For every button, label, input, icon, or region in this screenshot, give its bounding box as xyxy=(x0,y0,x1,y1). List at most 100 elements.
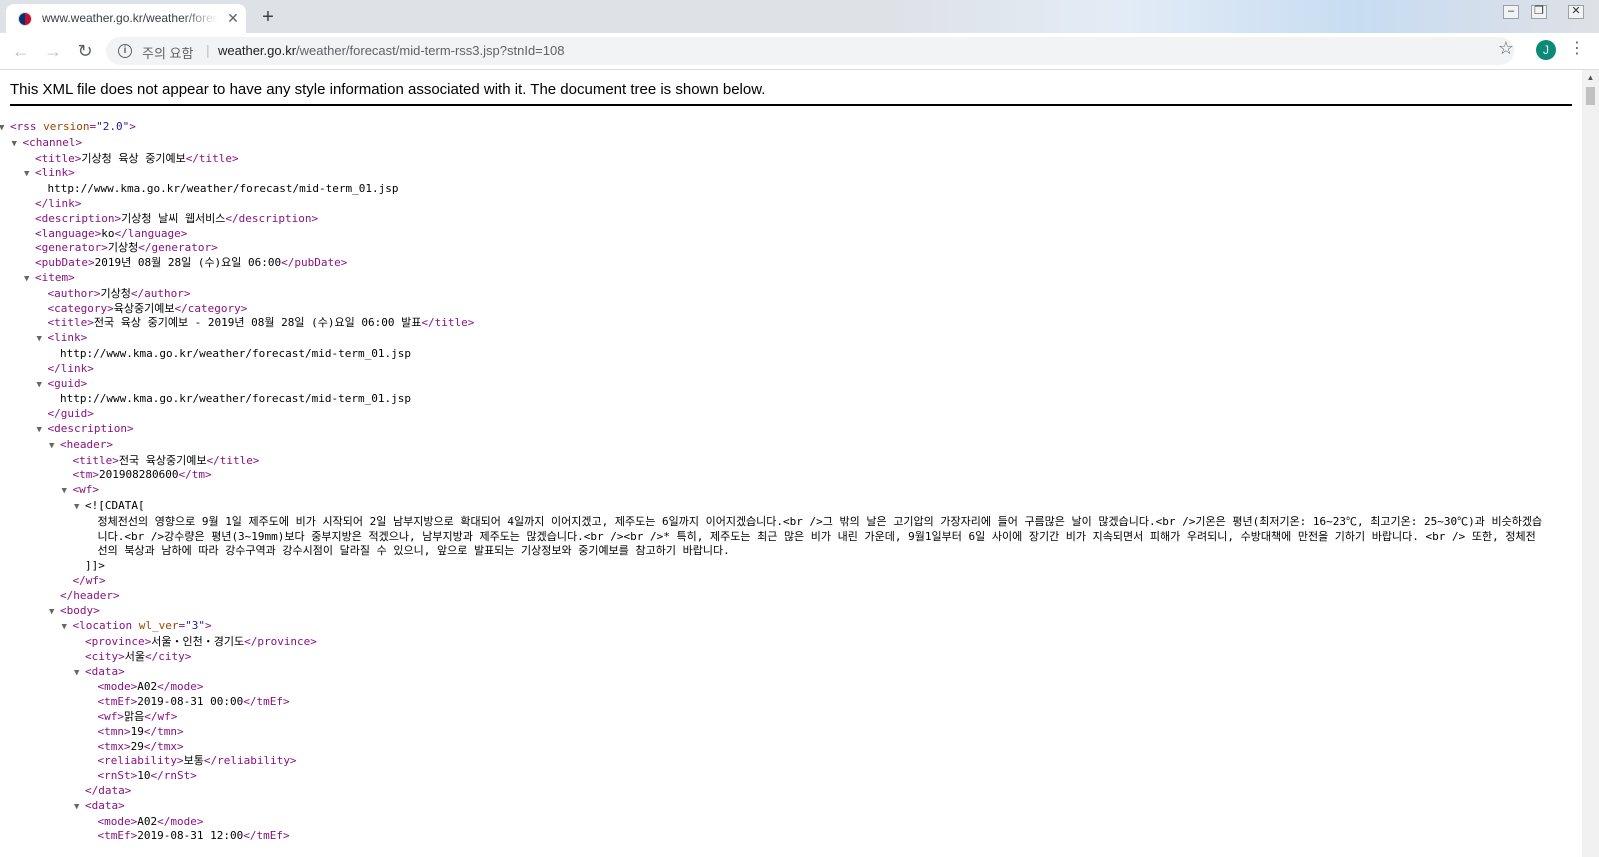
collapse-triangle-icon[interactable]: ▼ xyxy=(62,484,73,499)
xml-open-tag: <tmEf> xyxy=(97,695,138,709)
xml-open-tag: <tmx> xyxy=(97,739,131,753)
xml-attribute-name: wl_ver xyxy=(138,619,179,633)
xml-line: ▼ <header> xyxy=(49,437,1575,454)
xml-line: <title>기상청 육상 중기예보</title> xyxy=(35,152,1575,167)
tab-title: www.weather.go.kr/weather/forecast/mid-t… xyxy=(42,11,218,25)
xml-close-tag: </language> xyxy=(114,226,188,240)
xml-line: ▼ <rss version="2.0"> xyxy=(0,120,1575,136)
scroll-up-arrow-icon[interactable]: ▲ xyxy=(1582,70,1599,85)
xml-line: ▼ <channel> xyxy=(12,135,1576,152)
xml-text: 29 xyxy=(130,739,144,753)
xml-open-tag: <rnSt> xyxy=(97,769,138,783)
xml-attribute-value: "2.0" xyxy=(96,120,130,133)
xml-line: </link> xyxy=(48,362,1576,377)
xml-line: <title>전국 육상중기예보</title> xyxy=(73,454,1576,469)
xml-close-tag: </tmEf> xyxy=(243,829,290,843)
xml-text: A02 xyxy=(137,680,158,694)
security-label[interactable]: 주의 요함 xyxy=(142,43,193,62)
xml-text: 정체전선의 영향으로 9월 1일 제주도에 비가 시작되어 2일 남부지방으로 … xyxy=(97,514,1543,558)
collapse-triangle-icon[interactable]: ▼ xyxy=(49,439,60,454)
xml-close-tag: </link> xyxy=(47,361,94,375)
new-tab-button[interactable]: + xyxy=(255,5,281,31)
collapse-triangle-icon[interactable]: ▼ xyxy=(12,137,23,152)
xml-text: 2019-08-31 00:00 xyxy=(137,695,244,709)
xml-close-tag: </guid> xyxy=(47,407,94,421)
collapse-triangle-icon[interactable]: ▼ xyxy=(49,605,60,620)
xml-line: ▼ <wf> xyxy=(62,483,1576,499)
xml-open-tag: <link> xyxy=(47,331,88,345)
restore-icon: ❐ xyxy=(1531,5,1547,19)
xml-close-tag: </header> xyxy=(60,588,120,602)
xml-open-tag: <wf> xyxy=(72,483,100,497)
xml-line: <tmEf>2019-08-31 12:00</tmEf> xyxy=(98,829,1576,844)
info-icon[interactable]: i xyxy=(118,44,132,58)
xml-line: ▼ <![CDATA[ xyxy=(74,499,1575,515)
browser-tab[interactable]: www.weather.go.kr/weather/forecast/mid-t… xyxy=(6,4,246,33)
collapse-triangle-icon[interactable]: ▼ xyxy=(24,272,35,287)
xml-text: 19 xyxy=(130,724,144,738)
xml-open-tag: <language> xyxy=(35,226,102,240)
collapse-triangle-icon[interactable]: ▼ xyxy=(37,423,48,438)
xml-close-tag: </mode> xyxy=(157,680,204,694)
xml-close-tag: </author> xyxy=(130,286,191,300)
xml-open-tag: <reliability> xyxy=(97,754,184,768)
xml-close-tag: </mode> xyxy=(157,814,204,828)
window-minimize-button[interactable]: – xyxy=(1497,0,1525,22)
xml-text: 보통 xyxy=(183,754,204,768)
xml-text: 2019-08-31 12:00 xyxy=(137,829,244,843)
xml-line: <reliability>보통</reliability> xyxy=(98,754,1576,769)
back-arrow-icon[interactable]: ← xyxy=(8,38,34,64)
vertical-scrollbar[interactable]: ▲ xyxy=(1582,70,1599,857)
xml-close-tag: </wf> xyxy=(144,710,178,724)
collapse-triangle-icon[interactable]: ▼ xyxy=(24,167,35,182)
collapse-triangle-icon[interactable]: ▼ xyxy=(37,378,48,393)
xml-close-tag: </tm> xyxy=(178,468,212,482)
profile-avatar[interactable]: J xyxy=(1536,40,1556,60)
xml-line: <tmEf>2019-08-31 00:00</tmEf> xyxy=(98,695,1576,710)
xml-text: 10 xyxy=(137,769,151,783)
xml-text: ]]> xyxy=(85,559,105,573)
xml-open-tag: <description> xyxy=(35,211,122,225)
window-maximize-button[interactable]: ❐ xyxy=(1525,0,1553,22)
xml-line: <pubDate>2019년 08월 28일 (수)요일 06:00</pubD… xyxy=(35,256,1575,271)
xml-text: 육상중기예보 xyxy=(113,301,175,315)
scrollbar-thumb[interactable] xyxy=(1586,87,1595,105)
xml-line: <generator>기상청</generator> xyxy=(35,241,1575,256)
xml-open-tag: <tmEf> xyxy=(97,829,138,843)
korea-flag-favicon-icon xyxy=(18,12,32,26)
kebab-menu-icon[interactable]: ⋮ xyxy=(1568,38,1586,60)
collapse-triangle-icon[interactable]: ▼ xyxy=(74,500,85,515)
xml-open-tag: <mode> xyxy=(97,680,138,694)
xml-open-tag: <header> xyxy=(60,437,113,451)
forward-arrow-icon[interactable]: → xyxy=(40,38,66,64)
bookmark-star-icon[interactable]: ☆ xyxy=(1496,38,1516,58)
xml-notice: This XML file does not appear to have an… xyxy=(10,81,766,98)
xml-text: 서울 xyxy=(124,649,145,663)
url-path: /weather/forecast/mid-term-rss3.jsp?stnI… xyxy=(296,43,565,58)
xml-open-tag: <channel> xyxy=(22,135,83,149)
xml-close-tag: </pubDate> xyxy=(281,256,348,270)
collapse-triangle-icon[interactable]: ▼ xyxy=(74,666,85,681)
xml-line: ▼ <guid> xyxy=(37,377,1576,393)
xml-text: 기상청 날씨 웹서비스 xyxy=(121,211,226,225)
url-text[interactable]: weather.go.kr/weather/forecast/mid-term-… xyxy=(218,43,564,58)
xml-text: 맑음 xyxy=(124,710,145,724)
xml-text: ko xyxy=(101,226,115,240)
collapse-triangle-icon[interactable]: ▼ xyxy=(74,800,85,815)
xml-text: 201908280600 xyxy=(99,468,179,482)
xml-line: ▼ <link> xyxy=(37,331,1576,347)
window-close-button[interactable]: ✕ xyxy=(1557,0,1595,22)
collapse-triangle-icon[interactable]: ▼ xyxy=(62,620,73,635)
xml-open-tag: <location xyxy=(72,619,133,633)
tab-close-icon[interactable]: ✕ xyxy=(224,9,242,27)
reload-icon[interactable]: ↻ xyxy=(72,38,98,64)
xml-line: </header> xyxy=(60,589,1575,604)
address-bar[interactable]: i 주의 요함 | weather.go.kr/weather/forecast… xyxy=(106,37,1514,65)
xml-line: ▼ <item> xyxy=(24,271,1575,287)
collapse-triangle-icon[interactable]: ▼ xyxy=(37,332,48,347)
xml-close-tag: </city> xyxy=(145,649,192,663)
xml-close-tag: </title> xyxy=(421,316,475,330)
xml-open-tag: <pubDate> xyxy=(35,256,95,270)
collapse-triangle-icon[interactable]: ▼ xyxy=(0,121,10,136)
xml-line: <rnSt>10</rnSt> xyxy=(98,769,1576,784)
